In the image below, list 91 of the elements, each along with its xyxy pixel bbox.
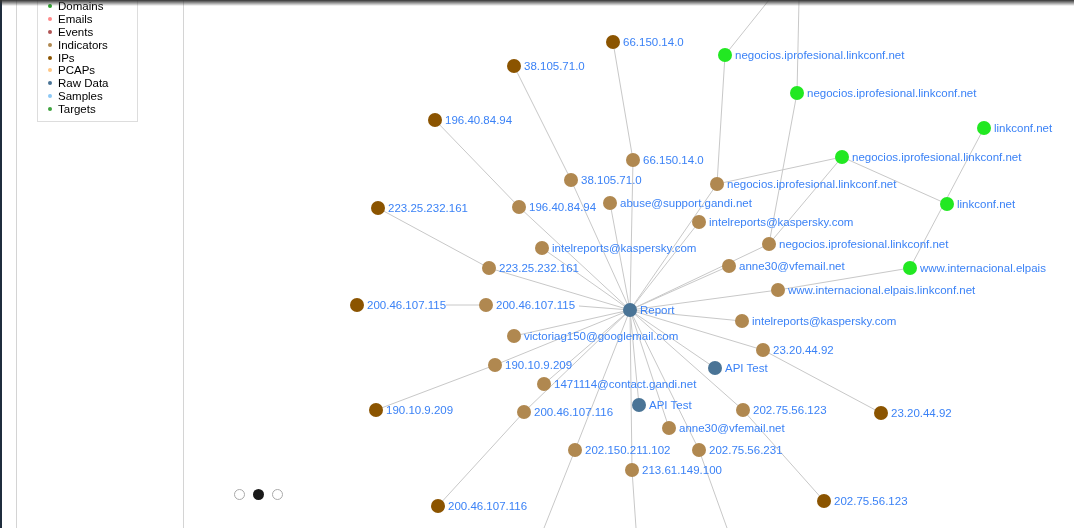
graph-node[interactable] [710,177,724,191]
node-label: 38.105.71.0 [524,60,585,72]
node-label: linkconf.net [957,198,1016,210]
graph-node[interactable] [718,48,732,62]
graph-node[interactable] [517,405,531,419]
node-label: 38.105.71.0 [581,174,642,186]
graph-node[interactable] [736,403,750,417]
graph-node[interactable] [708,361,722,375]
legend-label: Targets [58,102,96,115]
node-label: 223.25.232.161 [388,202,468,214]
graph-node[interactable] [428,113,442,127]
legend-label: IPs [58,51,75,64]
graph-node[interactable] [507,329,521,343]
node-label: 202.75.56.231 [709,444,783,456]
node-label: intelreports@kaspersky.com [752,315,897,327]
node-label: 213.61.149.100 [642,464,722,476]
node-label: negocios.iprofesional.linkconf.net [779,238,949,250]
legend-label: Samples [58,89,103,102]
node-label: negocios.iprofesional.linkconf.net [727,178,897,190]
graph-node[interactable] [507,59,521,73]
graph-node[interactable] [692,443,706,457]
node-label: 200.46.107.115 [367,299,447,311]
graph-node[interactable] [692,215,706,229]
legend-label: Emails [58,13,93,26]
graph-node[interactable] [626,153,640,167]
graph-node[interactable] [431,499,445,513]
node-label: negocios.iprofesional.linkconf.net [852,151,1022,163]
graph-node[interactable] [369,403,383,417]
node-label: 190.10.9.209 [505,359,573,371]
node-label: anne30@vfemail.net [739,260,845,272]
node-label: www.internacional.elpais.linkconf.net [788,284,976,296]
graph-node[interactable] [756,343,770,357]
node-label: 200.46.107.115 [496,299,576,311]
node-label: 66.150.14.0 [643,154,704,166]
graph-node[interactable] [371,201,385,215]
graph-node[interactable] [722,259,736,273]
graph-node[interactable] [632,398,646,412]
node-label: 23.20.44.92 [773,344,834,356]
node-label: 202.75.56.123 [834,495,908,507]
node-label: 1471114@contact.gandi.net [554,378,697,390]
legend-label: Raw Data [58,77,109,90]
node-label: linkconf.net [994,122,1053,134]
legend-label: PCAPs [58,64,96,77]
legend-label: Domains [58,0,104,13]
graph-node[interactable] [623,303,637,317]
node-label: negocios.iprofesional.linkconf.net [735,49,905,61]
node-label: 23.20.44.92 [891,407,952,419]
node-label: 190.10.9.209 [386,404,454,416]
graph-node[interactable] [662,421,676,435]
graph-node[interactable] [977,121,991,135]
graph-node[interactable] [771,283,785,297]
graph-node[interactable] [479,298,493,312]
graph-node[interactable] [537,377,551,391]
graph-node[interactable] [903,261,917,275]
graph-node[interactable] [735,314,749,328]
legend-label: Indicators [58,38,108,51]
graph-node[interactable] [482,261,496,275]
node-label: API Test [725,362,768,374]
node-label: www.internacional.elpais [920,262,1046,274]
node-label: 202.150.211.102 [585,444,671,456]
graph-node[interactable] [762,237,776,251]
legend-label: Events [58,26,94,38]
graph-node[interactable] [603,196,617,210]
node-label: abuse@support.gandi.net [620,197,752,209]
graph-node[interactable] [606,35,620,49]
node-label: negocios.iprofesional.linkconf.net [807,87,977,99]
graph-node[interactable] [568,443,582,457]
node-label: Report [640,304,675,316]
graph-node[interactable] [488,358,502,372]
graph-node[interactable] [535,241,549,255]
graph-node[interactable] [874,406,888,420]
graph-node[interactable] [625,463,639,477]
node-label: 223.25.232.161 [499,262,579,274]
graph-node[interactable] [817,494,831,508]
graph-node[interactable] [564,173,578,187]
node-label: victoriag150@googlemail.com [524,330,679,342]
graph-node[interactable] [790,86,804,100]
node-label: 202.75.56.123 [753,404,827,416]
node-label: 200.46.107.116 [534,406,614,418]
graph-node[interactable] [512,200,526,214]
node-label: 196.40.84.94 [445,114,513,126]
node-label: 196.40.84.94 [529,201,597,213]
graph-node[interactable] [350,298,364,312]
node-label: API Test [649,399,692,411]
node-label: 200.46.107.116 [448,500,528,512]
node-label: anne30@vfemail.net [679,422,785,434]
node-label: 66.150.14.0 [623,36,684,48]
graph-node[interactable] [940,197,954,211]
node-label: intelreports@kaspersky.com [552,242,697,254]
graph-node[interactable] [835,150,849,164]
node-label: intelreports@kaspersky.com [709,216,854,228]
